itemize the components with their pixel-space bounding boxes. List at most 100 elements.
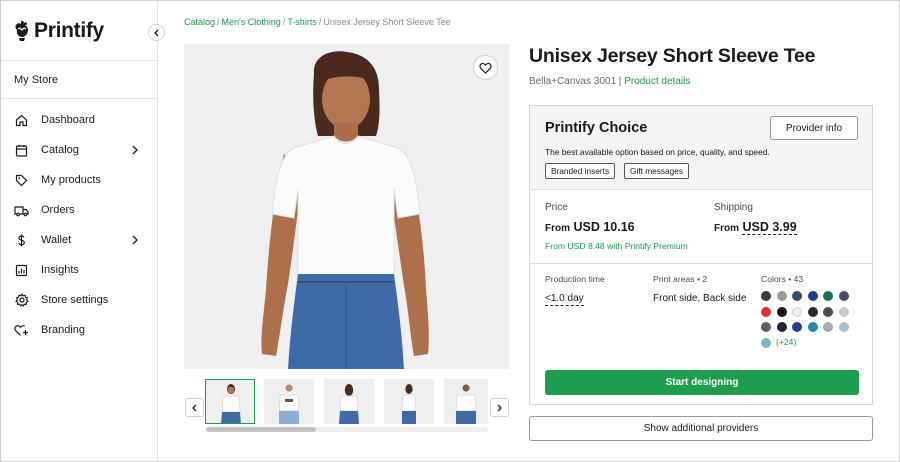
- shipping-from-label: From: [714, 223, 739, 234]
- breadcrumb-separator: /: [217, 17, 220, 27]
- sidebar-divider: [1, 60, 157, 61]
- thumbnail-next-button[interactable]: [490, 398, 509, 417]
- product-brand-model: Bella+Canvas 3001: [529, 76, 617, 87]
- sidebar-item-insights[interactable]: Insights: [1, 255, 157, 285]
- dollar-icon: [14, 233, 29, 248]
- provider-info-button[interactable]: Provider info: [770, 116, 858, 140]
- sidebar: Printify My Store Dashboard Catalog My p…: [1, 1, 158, 461]
- provider-name: Printify Choice: [545, 120, 648, 136]
- sidebar-item-orders[interactable]: Orders: [1, 195, 157, 225]
- sidebar-nav: Dashboard Catalog My products Orders Wal…: [1, 105, 157, 345]
- color-swatch[interactable]: [838, 291, 849, 301]
- color-swatch[interactable]: [823, 322, 833, 332]
- breadcrumb-t-shirts[interactable]: T-shirts: [287, 17, 317, 27]
- chevron-left-icon: [192, 404, 197, 411]
- premium-price[interactable]: From USD 8.48 with Printify Premium: [545, 241, 688, 251]
- provider-header: Printify Choice The best available optio…: [530, 106, 872, 190]
- clipboard-icon: [14, 143, 29, 158]
- store-name[interactable]: My Store: [14, 74, 58, 86]
- print-areas-value: Front side, Back side: [653, 293, 747, 304]
- sidebar-divider: [1, 98, 157, 99]
- home-icon: [14, 113, 29, 128]
- print-areas-label: Print areas • 2: [653, 274, 708, 284]
- shipping-label: Shipping: [714, 202, 753, 213]
- thumbnail-prev-button[interactable]: [185, 398, 204, 417]
- product-details-link[interactable]: Product details: [624, 76, 690, 87]
- chevron-right-icon: [132, 235, 138, 245]
- color-swatch[interactable]: [807, 322, 818, 332]
- tag-branded-inserts: Branded inserts: [545, 163, 616, 179]
- brand-name: Printify: [34, 19, 104, 42]
- shipping-value-row: From USD 3.99: [714, 220, 797, 235]
- color-swatch[interactable]: [776, 291, 787, 301]
- shipping-value[interactable]: USD 3.99: [742, 220, 797, 235]
- provider-description: The best available option based on price…: [545, 147, 770, 157]
- thumbnail-back[interactable]: [324, 379, 374, 424]
- chart-icon: [14, 263, 29, 278]
- color-swatch[interactable]: [776, 322, 787, 332]
- price-label: Price: [545, 202, 568, 213]
- sidebar-item-catalog[interactable]: Catalog: [1, 135, 157, 165]
- thumbnail-side[interactable]: [384, 379, 434, 424]
- chevron-right-icon: [132, 145, 138, 155]
- colors-label: Colors • 43: [761, 274, 804, 284]
- color-swatch[interactable]: [761, 291, 771, 301]
- sidebar-item-wallet[interactable]: Wallet: [1, 225, 157, 255]
- tag-gift-messages: Gift messages: [624, 163, 690, 179]
- product-subtitle: Bella+Canvas 3001 | Product details: [529, 76, 690, 87]
- heart-icon: [479, 62, 492, 74]
- price-value: USD 10.16: [573, 220, 635, 234]
- product-image[interactable]: [184, 44, 509, 369]
- thumbnail-male-casual[interactable]: [444, 379, 488, 424]
- provider-details: Production time <1.0 day Print areas • 2…: [530, 264, 872, 404]
- color-swatch[interactable]: [776, 306, 787, 317]
- tag-icon: [14, 173, 29, 188]
- color-swatch[interactable]: [838, 306, 849, 317]
- breadcrumb: Catalog / Men's Clothing / T-shirts / Unisex J…: [184, 17, 451, 27]
- sidebar-item-label: Dashboard: [41, 114, 95, 126]
- sidebar-item-label: Catalog: [41, 144, 79, 156]
- color-swatch[interactable]: [807, 291, 818, 301]
- truck-icon: [14, 203, 29, 218]
- color-swatch[interactable]: [823, 291, 833, 301]
- product-title: Unisex Jersey Short Sleeve Tee: [529, 45, 816, 67]
- more-colors-link[interactable]: (+24): [776, 337, 796, 347]
- breadcrumb-mens-clothing[interactable]: Men's Clothing: [222, 17, 281, 27]
- color-swatch[interactable]: [761, 337, 771, 348]
- sidebar-item-label: Orders: [41, 204, 75, 216]
- sidebar-item-my-products[interactable]: My products: [1, 165, 157, 195]
- color-swatch[interactable]: [761, 306, 771, 317]
- thumbnail-front[interactable]: [205, 379, 255, 424]
- color-swatch[interactable]: [761, 322, 771, 332]
- collapse-sidebar-button[interactable]: [148, 24, 165, 41]
- sidebar-item-dashboard[interactable]: Dashboard: [1, 105, 157, 135]
- production-time-label: Production time: [545, 274, 605, 284]
- price-value-row: From USD 10.16: [545, 220, 635, 234]
- color-swatch[interactable]: [792, 291, 802, 301]
- thumbnail-male-front[interactable]: [264, 379, 314, 424]
- favorite-button[interactable]: [473, 55, 498, 80]
- printify-logo[interactable]: Printify: [14, 19, 104, 43]
- sidebar-item-store-settings[interactable]: Store settings: [1, 285, 157, 315]
- price-from-label: From: [545, 223, 570, 234]
- start-designing-button[interactable]: Start designing: [545, 370, 859, 395]
- show-additional-providers-button[interactable]: Show additional providers: [529, 416, 873, 441]
- breadcrumb-separator: /: [318, 17, 322, 27]
- breadcrumb-current: Unisex Jersey Short Sleeve Tee: [323, 17, 451, 27]
- color-swatch[interactable]: [807, 306, 818, 317]
- sidebar-item-label: Store settings: [41, 294, 109, 306]
- color-swatch[interactable]: [823, 306, 833, 317]
- color-swatch[interactable]: [792, 306, 802, 317]
- breadcrumb-catalog[interactable]: Catalog: [184, 17, 215, 27]
- color-swatch[interactable]: [792, 322, 802, 332]
- thumbnail-scrollbar[interactable]: [206, 427, 488, 432]
- production-time-value[interactable]: <1.0 day: [545, 293, 584, 306]
- thumbnail-carousel: [184, 378, 509, 438]
- subtitle-divider: |: [618, 76, 622, 87]
- color-swatch[interactable]: [838, 322, 849, 332]
- provider-card: Printify Choice The best available optio…: [529, 105, 873, 405]
- chevron-right-icon: [497, 404, 502, 411]
- heart-plus-icon: [14, 323, 29, 338]
- sidebar-item-branding[interactable]: Branding: [1, 315, 157, 345]
- thumbnail-scrollbar-thumb[interactable]: [206, 427, 316, 432]
